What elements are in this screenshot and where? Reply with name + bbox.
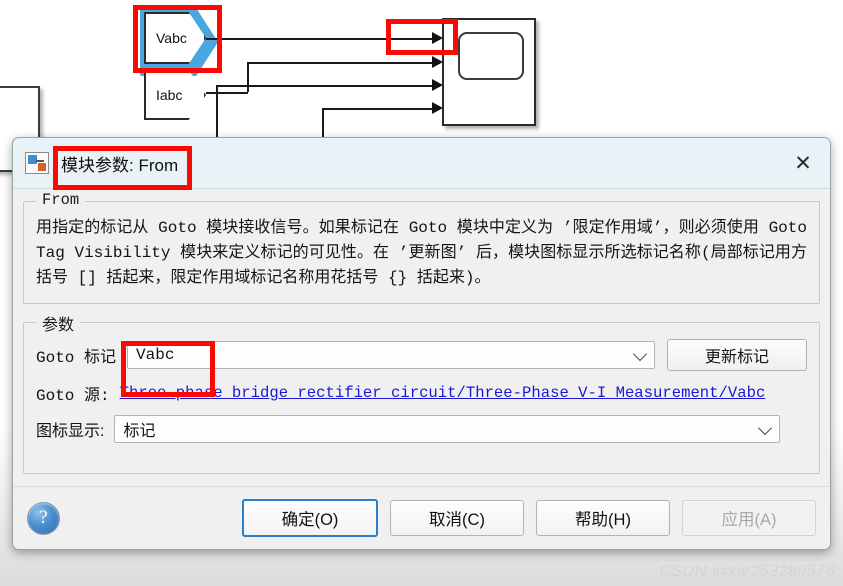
goto-source-label: Goto 源: <box>36 387 110 405</box>
dialog-footer: ? 确定(O) 取消(C) 帮助(H) 应用(A) <box>13 486 830 549</box>
chevron-down-icon[interactable] <box>632 346 648 362</box>
parameters-legend: 参数 <box>36 311 81 335</box>
help-button[interactable]: 帮助(H) <box>536 500 670 536</box>
icon-orange-square <box>38 163 46 171</box>
goto-source-link[interactable]: Three phase bridge rectifier circuit/Thr… <box>120 384 766 402</box>
block-parameters-dialog: 模块参数: From ✕ From 用指定的标记从 Goto 模块接收信号。如果… <box>12 137 831 550</box>
from-block-iabc[interactable]: Iabc <box>144 70 206 120</box>
icon-display-value: 标记 <box>123 423 156 440</box>
screenshot-root: Vabc Iabc 模块参数: From ✕ From 用指定的标记从 Goto… <box>0 0 843 586</box>
update-tag-button[interactable]: 更新标记 <box>667 339 807 371</box>
wire-port3-riser <box>216 85 218 145</box>
redbox-scope-input-port <box>386 19 458 55</box>
dialog-button-row: 确定(O) 取消(C) 帮助(H) 应用(A) <box>242 499 816 537</box>
description-text: 用指定的标记从 Goto 模块接收信号。如果标记在 Goto 模块中定义为 ’限… <box>36 219 807 287</box>
csdn-watermark: CSDN @xie253289576 <box>659 563 835 580</box>
simulink-block-icon <box>25 152 49 174</box>
icon-display-row: 图标显示: 标记 <box>36 415 807 443</box>
wire-iabc-seg2 <box>248 62 440 64</box>
description-legend: From <box>36 191 86 209</box>
redbox-goto-tag-field <box>121 341 215 397</box>
redbox-dialog-title <box>53 146 192 190</box>
description-group: From 用指定的标记从 Goto 模块接收信号。如果标记在 Goto 模块中定… <box>23 191 820 304</box>
wire-iabc-seg1 <box>206 92 248 94</box>
ok-button[interactable]: 确定(O) <box>242 499 378 537</box>
wire-scope-port3 <box>216 85 440 87</box>
redbox-vabc-block <box>133 5 222 73</box>
icon-display-combo[interactable]: 标记 <box>114 415 781 443</box>
icon-connector-line <box>36 160 44 162</box>
dialog-body: From 用指定的标记从 Goto 模块接收信号。如果标记在 Goto 模块中定… <box>13 191 830 474</box>
goto-tag-label: Goto 标记 <box>36 349 117 367</box>
from-block-iabc-label: Iabc <box>156 87 183 103</box>
icon-display-label: 图标显示: <box>36 423 105 440</box>
wire-scope-port4 <box>322 108 440 110</box>
scope-block-screen <box>458 32 524 80</box>
close-icon[interactable]: ✕ <box>786 147 820 179</box>
cancel-button[interactable]: 取消(C) <box>390 500 524 536</box>
help-icon[interactable]: ? <box>27 501 60 535</box>
chevron-down-icon[interactable] <box>758 420 773 436</box>
wire-iabc-riser <box>247 62 249 92</box>
apply-button: 应用(A) <box>682 500 816 536</box>
